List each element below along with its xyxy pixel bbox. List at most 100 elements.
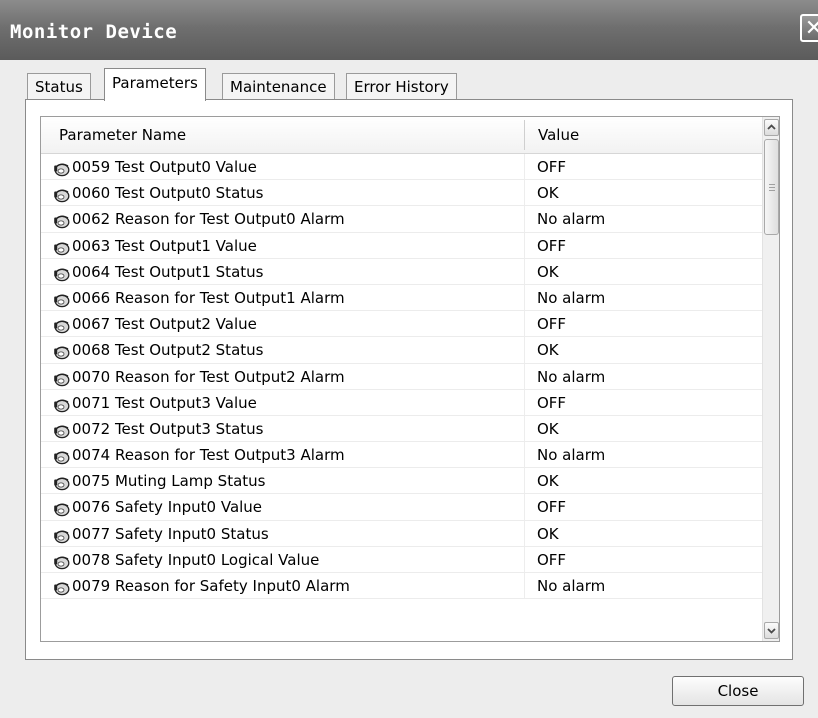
parameter-icon — [53, 499, 70, 517]
parameter-name-cell: 0074 Reason for Test Output3 Alarm — [72, 446, 345, 465]
cell-divider — [524, 363, 525, 389]
table-row[interactable]: 0067 Test Output2 Value OFF — [41, 311, 765, 338]
parameter-value-cell: OK — [537, 472, 559, 491]
parameter-name-cell: 0079 Reason for Safety Input0 Alarm — [72, 577, 350, 595]
scroll-down-button[interactable] — [764, 622, 779, 639]
parameter-icon — [53, 421, 70, 439]
parameter-value-cell: OK — [537, 524, 559, 543]
table-row[interactable]: 0060 Test Output0 Status OK — [41, 180, 765, 207]
parameter-name-cell: 0060 Test Output0 Status — [72, 184, 264, 203]
table-row[interactable]: 0074 Reason for Test Output3 Alarm No ala… — [41, 442, 765, 469]
parameter-icon — [53, 290, 70, 308]
grip-line — [769, 184, 775, 185]
parameter-value-cell: OK — [537, 341, 559, 360]
table-row[interactable]: 0070 Reason for Test Output2 Alarm No ala… — [41, 363, 765, 390]
tab-error-history[interactable]: Error History — [346, 73, 457, 100]
scroll-thumb[interactable] — [764, 139, 779, 235]
parameter-name-cell: 0070 Reason for Test Output2 Alarm — [72, 367, 345, 386]
cell-divider — [524, 520, 525, 546]
table-row[interactable]: 0064 Test Output1 Status OK — [41, 258, 765, 285]
parameter-icon — [53, 316, 70, 334]
tab-status[interactable]: Status — [27, 73, 91, 100]
table-row[interactable]: 0075 Muting Lamp Status OK — [41, 468, 765, 495]
table-row[interactable]: 0068 Test Output2 Status OK — [41, 337, 765, 364]
grid-header: Parameter Name Value — [41, 117, 765, 154]
column-divider[interactable] — [524, 120, 525, 150]
vertical-scrollbar[interactable] — [762, 117, 779, 641]
tab-parameters[interactable]: Parameters — [104, 68, 206, 101]
parameter-value-cell: OFF — [537, 158, 567, 176]
cell-divider — [524, 154, 525, 180]
cell-divider — [524, 258, 525, 284]
parameter-name-cell: 0078 Safety Input0 Logical Value — [72, 550, 320, 569]
parameter-icon — [53, 526, 70, 543]
cell-divider — [524, 206, 525, 232]
parameter-name-cell: 0059 Test Output0 Value — [72, 158, 257, 176]
parameter-icon — [53, 211, 70, 229]
grip-line — [769, 190, 775, 191]
table-row[interactable]: 0076 Safety Input0 Value OFF — [41, 494, 765, 521]
tab-maintenance[interactable]: Maintenance — [222, 73, 335, 100]
parameter-name-cell: 0062 Reason for Test Output0 Alarm — [72, 210, 345, 229]
parameter-name-cell: 0063 Test Output1 Value — [72, 236, 257, 255]
parameter-icon — [53, 159, 70, 177]
close-button[interactable]: Close — [672, 676, 804, 706]
cell-divider — [524, 494, 525, 520]
parameter-icon — [53, 473, 70, 491]
cell-divider — [524, 442, 525, 468]
cell-divider — [524, 389, 525, 415]
parameter-name-cell: 0076 Safety Input0 Value — [72, 498, 263, 517]
parameter-value-cell: OK — [537, 262, 559, 281]
parameter-icon — [53, 185, 70, 203]
parameter-icon — [53, 395, 70, 412]
grip-line — [769, 187, 775, 188]
parameter-icon — [53, 264, 70, 281]
parameter-name-cell: 0067 Test Output2 Value — [72, 315, 257, 334]
parameter-value-cell: No alarm — [537, 446, 606, 465]
table-row[interactable]: 0059 Test Output0 Value OFF — [41, 154, 765, 181]
title-bar[interactable]: Monitor Device ✕ — [0, 0, 818, 60]
parameter-value-cell: No alarm — [537, 210, 606, 229]
cell-divider — [524, 311, 525, 337]
parameter-value-cell: OFF — [537, 315, 567, 334]
parameter-icon — [53, 342, 70, 360]
parameter-value-cell: OFF — [537, 498, 567, 517]
parameter-icon — [53, 369, 70, 386]
column-header-parameter-name[interactable]: Parameter Name — [59, 117, 186, 153]
parameter-name-cell: 0064 Test Output1 Status — [72, 262, 264, 281]
close-icon[interactable]: ✕ — [800, 14, 818, 42]
parameter-value-cell: OFF — [537, 393, 567, 412]
cell-divider — [524, 232, 525, 258]
scroll-up-button[interactable] — [764, 119, 779, 136]
cell-divider — [524, 546, 525, 572]
table-row[interactable]: 0072 Test Output3 Status OK — [41, 415, 765, 443]
chevron-up-icon — [767, 124, 776, 130]
parameter-name-cell: 0075 Muting Lamp Status — [72, 472, 266, 491]
cell-divider — [524, 180, 525, 206]
parameter-icon — [53, 447, 70, 465]
parameters-panel: Parameter Name Value 0059 Test Output0 V… — [25, 99, 793, 660]
cell-divider — [524, 573, 525, 599]
parameter-name-cell: 0066 Reason for Test Output1 Alarm — [72, 288, 345, 307]
parameter-icon — [53, 578, 70, 596]
parameter-icon — [53, 552, 70, 570]
cell-divider — [524, 468, 525, 494]
parameter-icon — [53, 238, 70, 255]
table-row[interactable]: 0066 Reason for Test Output1 Alarm No ala… — [41, 284, 765, 312]
parameter-name-cell: 0077 Safety Input0 Status — [72, 524, 269, 543]
grid-rows: 0059 Test Output0 Value OFF 0060 Test Outp… — [41, 154, 765, 600]
parameter-value-cell: OFF — [537, 550, 567, 569]
parameter-value-cell: OFF — [537, 236, 567, 255]
parameter-name-cell: 0072 Test Output3 Status — [72, 419, 264, 438]
table-row[interactable]: 0079 Reason for Safety Input0 Alarm No al… — [41, 573, 765, 600]
table-row[interactable]: 0063 Test Output1 Value OFF — [41, 232, 765, 259]
cell-divider — [524, 415, 525, 442]
parameter-name-cell: 0071 Test Output3 Value — [72, 393, 257, 412]
parameter-value-cell: OK — [537, 184, 559, 203]
table-row[interactable]: 0071 Test Output3 Value OFF — [41, 389, 765, 416]
table-row[interactable]: 0062 Reason for Test Output0 Alarm No ala… — [41, 206, 765, 233]
table-row[interactable]: 0078 Safety Input0 Logical Value OFF — [41, 546, 765, 573]
table-row[interactable]: 0077 Safety Input0 Status OK — [41, 520, 765, 547]
parameter-value-cell: OK — [537, 419, 559, 438]
column-header-value[interactable]: Value — [538, 117, 579, 153]
